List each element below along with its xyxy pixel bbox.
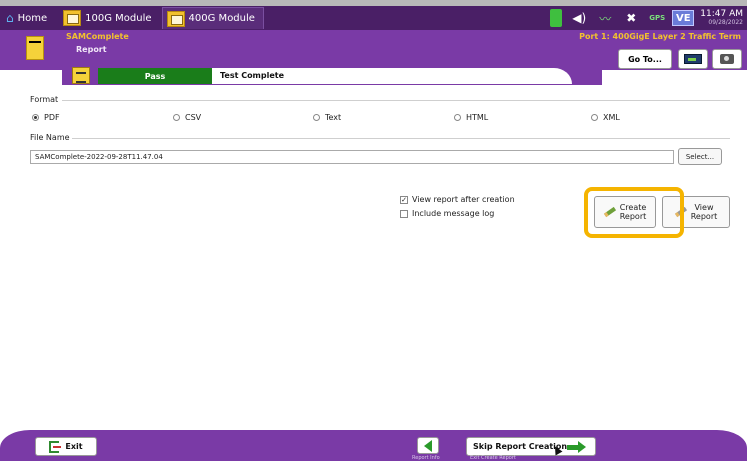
radio-label: Text <box>325 113 342 122</box>
screen-icon <box>684 54 702 64</box>
tab-label: 400G Module <box>188 13 255 24</box>
radio-html[interactable]: HTML <box>454 113 488 122</box>
file-name-label: File Name <box>30 133 70 142</box>
page-header: SAMComplete Report Port 1: 400GigE Layer… <box>0 30 747 70</box>
ve-icon[interactable]: VE <box>672 10 695 26</box>
back-sub-label: Report Info <box>412 455 440 461</box>
screen-button[interactable] <box>678 49 708 69</box>
radio-label: XML <box>603 113 620 122</box>
arrow-right-icon <box>567 441 587 453</box>
tab-label: 100G Module <box>85 12 152 24</box>
module-icon <box>63 10 82 26</box>
satellite-icon[interactable]: ✖ <box>620 9 642 27</box>
top-navbar: ⌂ Home 100G Module 400G Module ◀) 〰 ✖ GP… <box>0 6 747 30</box>
radio-dot <box>173 114 180 121</box>
view-report-label: View Report <box>691 203 718 221</box>
radio-dot <box>313 114 320 121</box>
format-divider <box>62 100 730 101</box>
status-area: ◀) 〰 ✖ GPS VE 11:47 AM 09/28/2022 <box>550 6 747 30</box>
page-title: Report <box>76 45 107 54</box>
home-label: Home <box>17 12 48 24</box>
status-message: Test Complete <box>212 68 572 84</box>
radio-text[interactable]: Text <box>313 113 341 122</box>
exit-button[interactable]: Exit <box>35 437 97 456</box>
checkbox-label: Include message log <box>412 209 495 218</box>
radio-xml[interactable]: XML <box>591 113 620 122</box>
camera-icon <box>720 54 734 64</box>
checkbox-box: ✓ <box>400 195 408 204</box>
battery-icon[interactable] <box>550 9 563 27</box>
highlight-box <box>584 187 684 238</box>
gps-icon[interactable]: GPS <box>646 9 668 27</box>
radio-dot <box>32 114 39 121</box>
checkbox-box <box>400 209 408 218</box>
select-button[interactable]: Select... <box>678 148 722 165</box>
radio-pdf[interactable]: PDF <box>32 113 60 122</box>
home-tab[interactable]: ⌂ Home <box>0 6 57 30</box>
view-line2: Report <box>690 212 718 221</box>
port-label: Port 1: 400GigE Layer 2 Traffic Term <box>579 32 741 41</box>
speaker-icon[interactable]: ◀) <box>568 9 590 27</box>
radio-csv[interactable]: CSV <box>173 113 201 122</box>
exit-icon <box>49 440 62 453</box>
back-button[interactable] <box>417 437 439 454</box>
radio-label: HTML <box>466 113 489 122</box>
home-icon: ⌂ <box>6 11 14 25</box>
tab-400g-module[interactable]: 400G Module <box>161 7 264 29</box>
app-title: SAMComplete <box>66 32 129 41</box>
goto-button[interactable]: Go To... <box>618 49 672 69</box>
clock[interactable]: 11:47 AM 09/28/2022 <box>700 10 747 26</box>
file-name-input[interactable]: SAMComplete-2022-09-28T11.47.04 <box>30 150 674 164</box>
results-icon[interactable] <box>72 67 90 84</box>
clock-time: 11:47 AM <box>700 9 743 19</box>
signal-icon[interactable]: 〰 <box>594 9 616 27</box>
radio-label: PDF <box>44 113 60 122</box>
radio-label: CSV <box>185 113 202 122</box>
screenshot-button[interactable] <box>712 49 742 69</box>
view-line1: View <box>694 202 714 212</box>
arrow-left-icon <box>424 439 432 452</box>
pass-badge: Pass <box>98 68 212 84</box>
file-name-divider <box>72 138 730 139</box>
include-log-checkbox[interactable]: Include message log <box>400 209 494 218</box>
format-label: Format <box>30 95 59 104</box>
exit-label: Exit <box>65 442 83 451</box>
radio-dot <box>591 114 598 121</box>
clock-date: 09/28/2022 <box>708 19 743 26</box>
skip-report-creation-button[interactable]: Skip Report Creation <box>466 437 596 456</box>
view-after-checkbox[interactable]: ✓ View report after creation <box>400 195 515 204</box>
bottom-bar <box>0 430 747 461</box>
screen: ⌂ Home 100G Module 400G Module ◀) 〰 ✖ GP… <box>0 0 747 461</box>
test-menu-icon[interactable] <box>26 36 44 60</box>
tab-100g-module[interactable]: 100G Module <box>59 7 159 29</box>
skip-sub-label: Exit Create Report <box>470 455 516 461</box>
module-icon <box>166 10 185 27</box>
checkbox-label: View report after creation <box>412 195 515 204</box>
radio-dot <box>454 114 461 121</box>
